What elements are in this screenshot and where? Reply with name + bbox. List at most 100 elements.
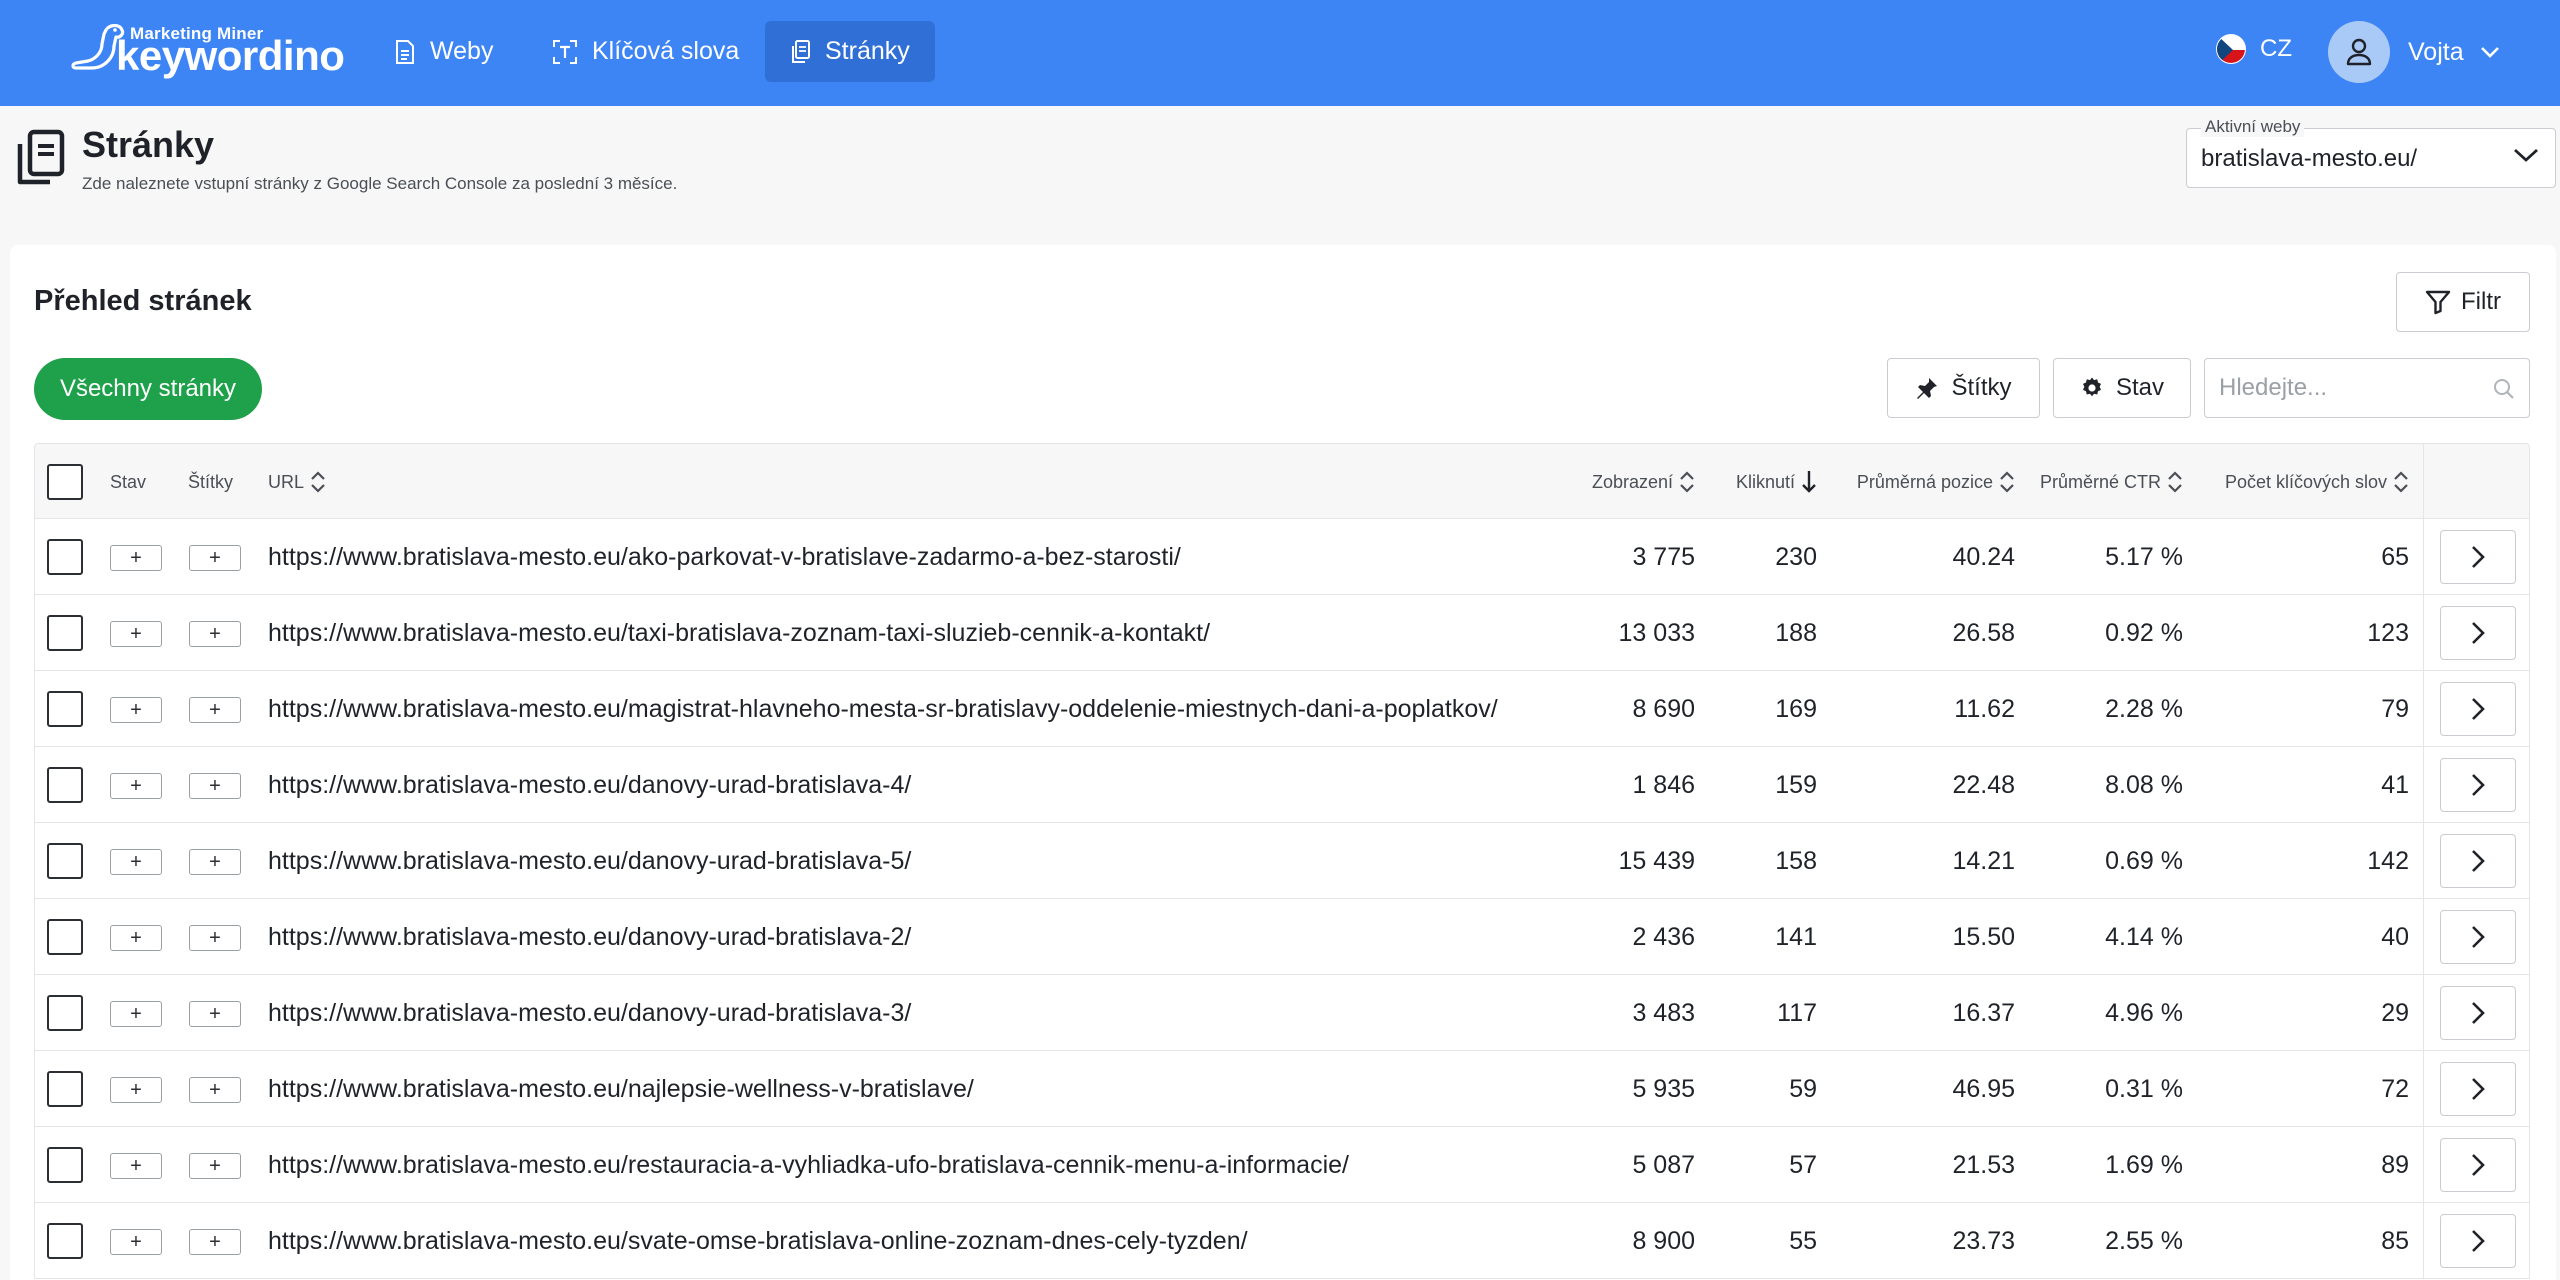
row-avg-ctr: 2.28 % (2105, 694, 2183, 723)
row-avg-ctr: 4.96 % (2105, 998, 2183, 1027)
row-checkbox[interactable] (47, 995, 83, 1031)
add-status-button[interactable]: + (110, 773, 162, 799)
row-impressions: 5 087 (1632, 1150, 1695, 1179)
language-code: CZ (2260, 35, 2292, 62)
row-checkbox[interactable] (47, 1147, 83, 1183)
column-header-avg-ctr[interactable]: Průměrné CTR (2025, 444, 2183, 520)
add-tag-button[interactable]: + (189, 621, 241, 647)
add-status-button[interactable]: + (110, 621, 162, 647)
column-header-keyword-count[interactable]: Počet klíčových slov (2191, 444, 2409, 520)
row-keyword-count: 65 (2381, 542, 2409, 571)
row-url[interactable]: https://www.bratislava-mesto.eu/danovy-u… (268, 823, 1568, 899)
row-checkbox[interactable] (47, 539, 83, 575)
row-url[interactable]: https://www.bratislava-mesto.eu/taxi-bra… (268, 595, 1568, 671)
column-header-tags: Štítky (188, 471, 234, 492)
row-checkbox[interactable] (47, 691, 83, 727)
row-detail-button[interactable] (2440, 606, 2516, 660)
add-status-button[interactable]: + (110, 1077, 162, 1103)
filter-button-label: Filtr (2461, 288, 2501, 315)
add-tag-button[interactable]: + (189, 925, 241, 951)
add-tag-button[interactable]: + (189, 1153, 241, 1179)
table-body: + + https://www.bratislava-mesto.eu/ako-… (34, 519, 2530, 1279)
pages-overview-card: Přehled stránek Filtr Všechny stránky Št… (10, 245, 2556, 1280)
chevron-down-icon (2480, 47, 2499, 58)
add-status-button[interactable]: + (110, 697, 162, 723)
row-detail-button[interactable] (2440, 834, 2516, 888)
tags-button[interactable]: Štítky (1887, 358, 2040, 418)
table-row: + + https://www.bratislava-mesto.eu/rest… (34, 1127, 2530, 1203)
row-detail-button[interactable] (2440, 682, 2516, 736)
row-url[interactable]: https://www.bratislava-mesto.eu/danovy-u… (268, 747, 1568, 823)
search-input[interactable] (2205, 359, 2485, 417)
table-row: + + https://www.bratislava-mesto.eu/dano… (34, 823, 2530, 899)
row-detail-button[interactable] (2440, 530, 2516, 584)
row-detail-button[interactable] (2440, 910, 2516, 964)
row-impressions: 13 033 (1618, 618, 1695, 647)
row-checkbox[interactable] (47, 767, 83, 803)
row-detail-button[interactable] (2440, 986, 2516, 1040)
row-avg-ctr: 2.55 % (2105, 1226, 2183, 1255)
active-web-select[interactable]: Aktivní weby bratislava-mesto.eu/ (2186, 117, 2556, 188)
add-status-button[interactable]: + (110, 1229, 162, 1255)
row-avg-position: 15.50 (1952, 922, 2015, 951)
row-keyword-count: 89 (2381, 1150, 2409, 1179)
row-avg-position: 16.37 (1952, 998, 2015, 1027)
page-subtitle: Zde naleznete vstupní stránky z Google S… (82, 174, 678, 193)
row-url[interactable]: https://www.bratislava-mesto.eu/svate-om… (268, 1203, 1568, 1279)
row-url[interactable]: https://www.bratislava-mesto.eu/najlepsi… (268, 1051, 1568, 1127)
add-tag-button[interactable]: + (189, 545, 241, 571)
row-url[interactable]: https://www.bratislava-mesto.eu/danovy-u… (268, 899, 1568, 975)
czech-flag-icon (2216, 34, 2246, 64)
chevron-right-icon (2472, 1154, 2485, 1176)
column-header-avg-position[interactable]: Průměrná pozice (1825, 444, 2015, 520)
logo[interactable]: Marketing Miner keywordino (70, 22, 345, 82)
row-checkbox[interactable] (47, 843, 83, 879)
add-status-button[interactable]: + (110, 925, 162, 951)
row-avg-position: 23.73 (1952, 1226, 2015, 1255)
gear-icon (2082, 377, 2101, 397)
row-url[interactable]: https://www.bratislava-mesto.eu/danovy-u… (268, 975, 1568, 1051)
column-header-clicks[interactable]: Kliknutí (1703, 444, 1817, 520)
row-url[interactable]: https://www.bratislava-mesto.eu/ako-park… (268, 519, 1568, 595)
language-switcher[interactable]: CZ (2216, 34, 2292, 64)
add-tag-button[interactable]: + (189, 1001, 241, 1027)
row-detail-button[interactable] (2440, 758, 2516, 812)
user-menu[interactable]: Vojta (2328, 21, 2500, 83)
add-status-button[interactable]: + (110, 849, 162, 875)
row-keyword-count: 72 (2381, 1074, 2409, 1103)
sort-icon (2168, 471, 2182, 493)
row-detail-button[interactable] (2440, 1138, 2516, 1192)
nav-stranky[interactable]: Stránky (765, 21, 935, 82)
column-divider (2423, 671, 2424, 747)
add-status-button[interactable]: + (110, 1153, 162, 1179)
row-checkbox[interactable] (47, 919, 83, 955)
column-header-url[interactable]: URL (268, 444, 326, 520)
status-button[interactable]: Stav (2053, 358, 2191, 418)
active-web-label: Aktivní weby (2201, 117, 2305, 137)
add-status-button[interactable]: + (110, 545, 162, 571)
nav-klicova-slova[interactable]: Klíčová slova (528, 21, 763, 82)
nav-weby[interactable]: Weby (370, 21, 517, 82)
add-tag-button[interactable]: + (189, 773, 241, 799)
add-tag-button[interactable]: + (189, 1229, 241, 1255)
row-detail-button[interactable] (2440, 1062, 2516, 1116)
row-detail-button[interactable] (2440, 1214, 2516, 1268)
row-keyword-count: 123 (2367, 618, 2409, 647)
add-tag-button[interactable]: + (189, 1077, 241, 1103)
column-header-impressions[interactable]: Zobrazení (1535, 444, 1695, 520)
row-url[interactable]: https://www.bratislava-mesto.eu/magistra… (268, 671, 1568, 747)
select-all-checkbox[interactable] (47, 464, 83, 500)
add-tag-button[interactable]: + (189, 849, 241, 875)
row-avg-position: 26.58 (1952, 618, 2015, 647)
search-icon[interactable] (2493, 378, 2515, 400)
all-pages-button[interactable]: Všechny stránky (34, 358, 262, 420)
row-checkbox[interactable] (47, 615, 83, 651)
row-checkbox[interactable] (47, 1071, 83, 1107)
row-checkbox[interactable] (47, 1223, 83, 1259)
row-url[interactable]: https://www.bratislava-mesto.eu/restaura… (268, 1127, 1568, 1203)
add-tag-button[interactable]: + (189, 697, 241, 723)
row-clicks: 159 (1775, 770, 1817, 799)
column-header-avg-ctr-label: Průměrné CTR (2039, 471, 2161, 492)
filter-button[interactable]: Filtr (2396, 272, 2530, 332)
add-status-button[interactable]: + (110, 1001, 162, 1027)
